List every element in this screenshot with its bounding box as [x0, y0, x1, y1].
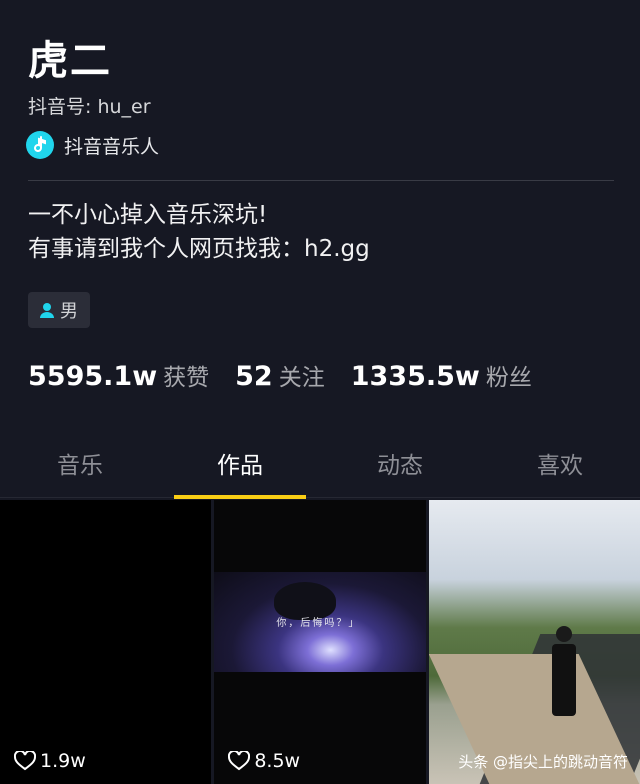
bio: 一不小心掉入音乐深坑! 有事请到我个人网页找我：h2.gg — [28, 198, 370, 266]
heart-icon — [228, 751, 251, 771]
bio-line: 一不小心掉入音乐深坑! — [28, 202, 268, 228]
music-note-icon — [26, 131, 54, 159]
heart-icon — [14, 751, 36, 771]
tab-music[interactable]: 音乐 — [0, 440, 160, 497]
like-count-value: 8.5w — [254, 750, 301, 772]
stat-value: 1335.5w — [350, 361, 480, 392]
video-caption: 你，后悔吗？」 — [276, 618, 361, 629]
active-tab-indicator — [174, 495, 306, 499]
douyin-id: 抖音号: hu_er — [28, 96, 151, 118]
video-thumbnail[interactable]: 头条 @指尖上的跳动音符 — [428, 500, 640, 784]
video-thumbnail[interactable]: 1.9w — [0, 500, 212, 784]
tab-likes[interactable]: 喜欢 — [480, 440, 640, 497]
stat-label: 粉丝 — [485, 365, 532, 391]
tab-label: 喜欢 — [537, 453, 583, 479]
gender-label: 男 — [60, 301, 78, 322]
musician-badge-row[interactable]: 抖音音乐人 — [26, 131, 159, 159]
like-count: 8.5w — [228, 750, 300, 772]
stat-likes[interactable]: 5595.1w 获赞 — [28, 358, 209, 392]
watermark: 头条 @指尖上的跳动音符 — [458, 753, 628, 771]
tab-activity[interactable]: 动态 — [320, 440, 480, 497]
tab-label: 音乐 — [57, 453, 103, 479]
stat-following[interactable]: 52 关注 — [235, 358, 325, 392]
tab-works[interactable]: 作品 — [160, 440, 320, 499]
profile-tabs: 音乐 作品 动态 喜欢 — [0, 440, 640, 499]
person-icon — [40, 303, 54, 318]
walking-person — [551, 626, 577, 718]
divider — [28, 180, 614, 181]
stats-row: 5595.1w 获赞 52 关注 1335.5w 粉丝 — [28, 358, 558, 392]
stat-label: 获赞 — [163, 365, 210, 391]
stat-label: 关注 — [278, 365, 325, 391]
tab-label: 作品 — [217, 453, 263, 479]
stat-followers[interactable]: 1335.5w 粉丝 — [351, 358, 532, 392]
like-count: 1.9w — [14, 750, 86, 772]
stat-value: 5595.1w — [28, 361, 158, 392]
video-grid: 1.9w 你，后悔吗？」 8.5w 头条 @指尖上的跳动音符 — [0, 500, 640, 784]
gender-tag: 男 — [28, 292, 90, 328]
video-thumbnail[interactable]: 你，后悔吗？」 8.5w — [214, 500, 426, 784]
musician-label: 抖音音乐人 — [64, 135, 160, 158]
profile-name: 虎二 — [28, 38, 112, 84]
tab-label: 动态 — [377, 453, 423, 479]
video-still: 你，后悔吗？」 — [214, 572, 426, 672]
bio-line[interactable]: 有事请到我个人网页找我：h2.gg — [28, 232, 370, 266]
like-count-value: 1.9w — [40, 750, 86, 772]
stat-value: 52 — [235, 361, 273, 392]
